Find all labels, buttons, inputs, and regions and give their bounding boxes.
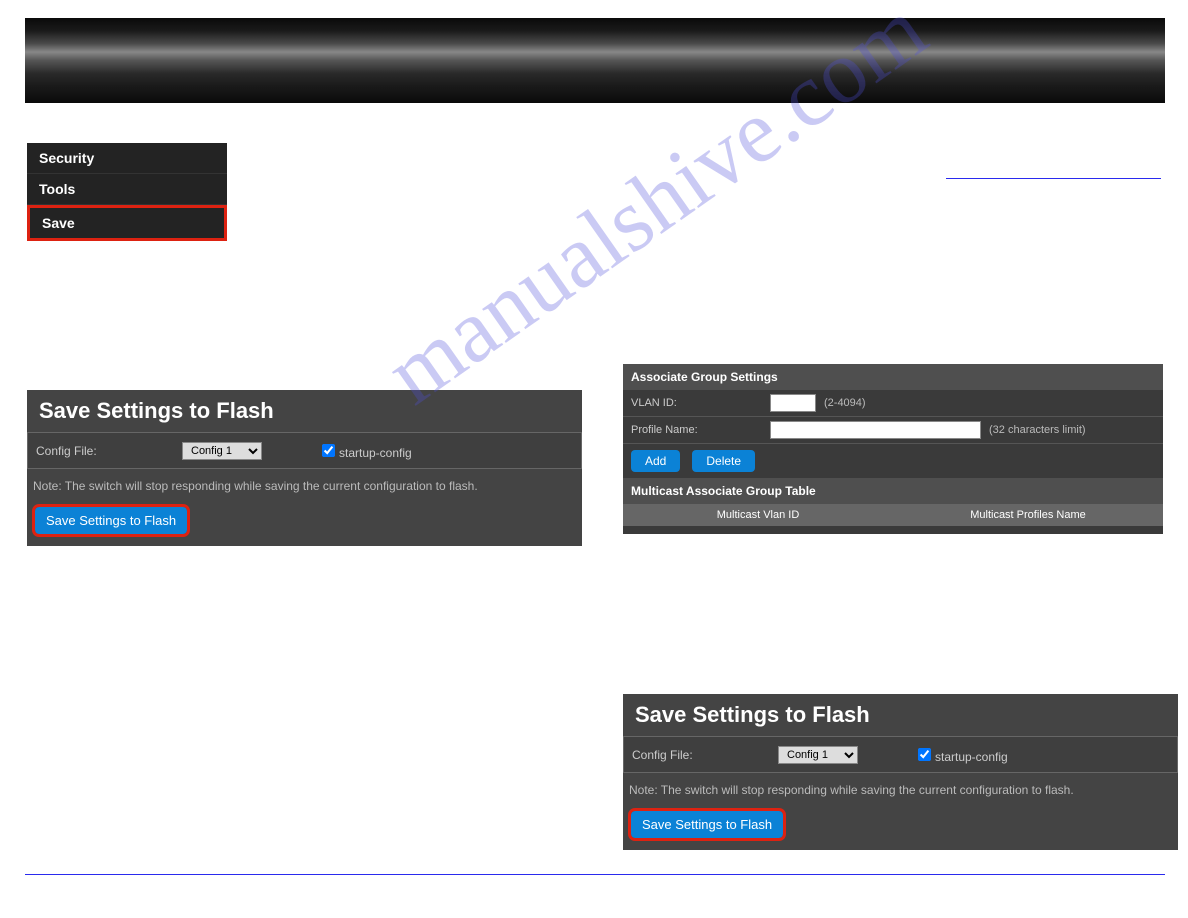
config-file-select[interactable]: Config 1: [182, 442, 262, 460]
config-file-cell: Config 1: [770, 742, 906, 768]
sidebar-item-security[interactable]: Security: [27, 143, 227, 174]
config-row: Config File: Config 1 startup-config: [623, 736, 1178, 773]
startup-checkbox[interactable]: [322, 444, 335, 457]
config-file-cell: Config 1: [174, 438, 310, 464]
config-file-label: Config File:: [28, 440, 174, 462]
delete-button[interactable]: Delete: [692, 450, 755, 472]
startup-cell: startup-config: [906, 741, 1177, 768]
panel-title: Save Settings to Flash: [27, 390, 582, 432]
profile-label: Profile Name:: [623, 419, 764, 441]
profile-input[interactable]: [770, 421, 981, 439]
assoc-table-head: Multicast Vlan ID Multicast Profiles Nam…: [623, 504, 1163, 526]
startup-checkbox[interactable]: [918, 748, 931, 761]
startup-label: startup-config: [339, 446, 412, 460]
sidebar-item-save[interactable]: Save: [27, 205, 227, 241]
profile-row: Profile Name: (32 characters limit): [623, 417, 1163, 444]
assoc-button-row: Add Delete: [623, 444, 1163, 478]
sidebar-item-tools[interactable]: Tools: [27, 174, 227, 205]
col-vlan-id: Multicast Vlan ID: [623, 504, 893, 526]
vlan-label: VLAN ID:: [623, 392, 764, 414]
config-file-label: Config File:: [624, 744, 770, 766]
col-profiles-name: Multicast Profiles Name: [893, 504, 1163, 526]
assoc-table-body: [623, 526, 1163, 534]
config-file-select[interactable]: Config 1: [778, 746, 858, 764]
config-row: Config File: Config 1 startup-config: [27, 432, 582, 469]
save-panel-left: Save Settings to Flash Config File: Conf…: [27, 390, 582, 546]
save-note: Note: The switch will stop responding wh…: [623, 773, 1178, 811]
associate-panel: Associate Group Settings VLAN ID: (2-409…: [623, 364, 1163, 534]
save-note: Note: The switch will stop responding wh…: [27, 469, 582, 507]
panel-title: Save Settings to Flash: [623, 694, 1178, 736]
startup-cell: startup-config: [310, 437, 581, 464]
vlan-input[interactable]: [770, 394, 816, 412]
add-button[interactable]: Add: [631, 450, 680, 472]
save-panel-right: Save Settings to Flash Config File: Conf…: [623, 694, 1178, 850]
sidebar: Security Tools Save: [27, 143, 227, 241]
vlan-row: VLAN ID: (2-4094): [623, 390, 1163, 417]
header-banner: [25, 18, 1165, 103]
startup-label: startup-config: [935, 750, 1008, 764]
save-settings-button[interactable]: Save Settings to Flash: [35, 507, 187, 534]
vlan-hint: (2-4094): [824, 397, 866, 409]
profile-hint: (32 characters limit): [989, 424, 1086, 436]
save-settings-button[interactable]: Save Settings to Flash: [631, 811, 783, 838]
assoc-table-header: Multicast Associate Group Table: [623, 478, 1163, 504]
footer-divider: [25, 874, 1165, 875]
top-link-underline: [946, 178, 1161, 179]
assoc-header: Associate Group Settings: [623, 364, 1163, 390]
